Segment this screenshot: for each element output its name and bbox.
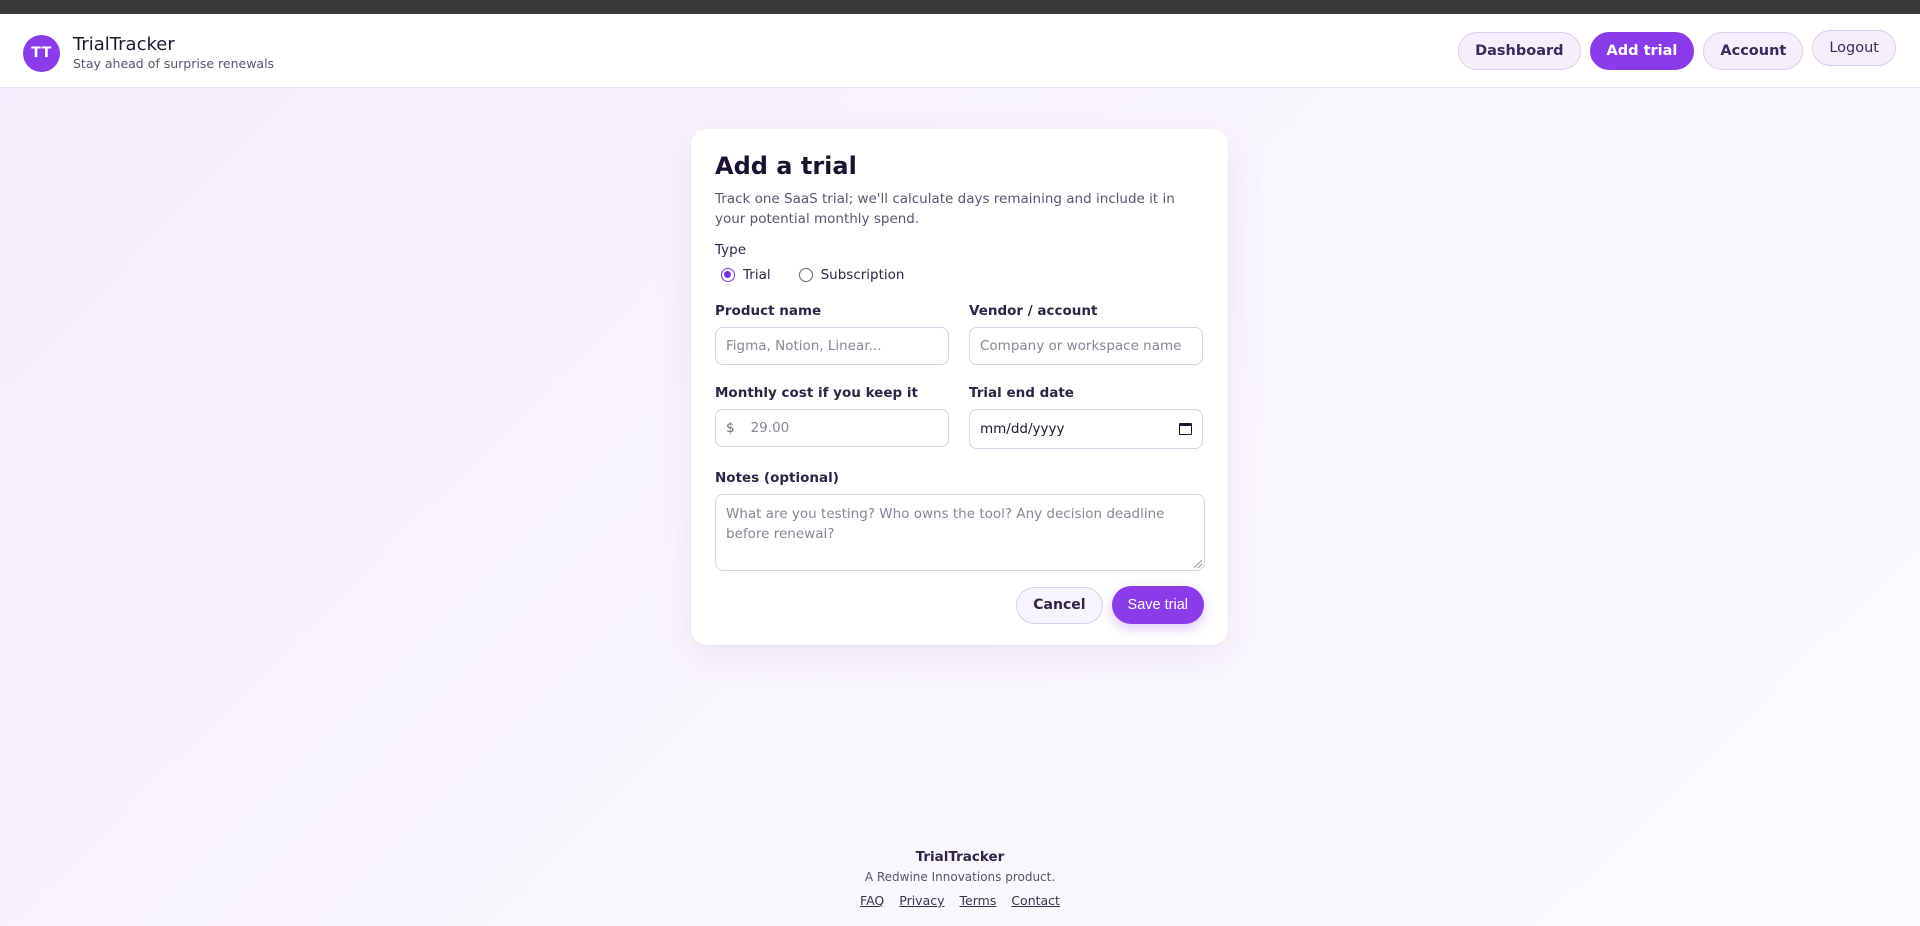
product-name-placeholder: Figma, Notion, Linear... <box>726 338 882 354</box>
vendor-placeholder: Company or workspace name <box>980 338 1182 354</box>
notes-label: Notes (optional) <box>715 470 839 486</box>
browser-top-strip <box>0 0 1920 14</box>
add-trial-card: Add a trial Track one SaaS trial; we'll … <box>691 129 1228 645</box>
notes-field: Notes (optional) What are you testing? W… <box>715 469 1205 571</box>
nav-account-button[interactable]: Account <box>1703 32 1804 70</box>
footer-link-terms[interactable]: Terms <box>960 893 997 909</box>
logout-button[interactable]: Logout <box>1812 30 1896 66</box>
footer-links: FAQ Privacy Terms Contact <box>0 893 1920 909</box>
brand-text: TrialTracker Stay ahead of surprise rene… <box>73 34 274 72</box>
calendar-icon[interactable] <box>1179 423 1192 435</box>
footer-link-contact[interactable]: Contact <box>1011 893 1060 909</box>
save-trial-button[interactable]: Save trial <box>1111 586 1204 624</box>
page-title: Add a trial <box>715 152 857 180</box>
app-name: TrialTracker <box>73 34 175 55</box>
form-actions: Cancel Save trial <box>1016 586 1204 624</box>
trial-end-placeholder: mm/dd/yyyy <box>980 421 1065 437</box>
trial-end-field: Trial end date mm/dd/yyyy <box>969 384 1203 449</box>
top-nav: Dashboard Add trial Account Logout <box>1458 30 1896 70</box>
trial-end-label: Trial end date <box>969 385 1074 401</box>
monthly-cost-placeholder: 29.00 <box>750 420 790 436</box>
notes-placeholder: What are you testing? Who owns the tool?… <box>726 506 1165 542</box>
app-tagline: Stay ahead of surprise renewals <box>73 56 275 71</box>
vendor-field: Vendor / account Company or workspace na… <box>969 302 1203 365</box>
app-header: TT TrialTracker Stay ahead of surprise r… <box>0 14 1920 88</box>
brand[interactable]: TT TrialTracker Stay ahead of surprise r… <box>23 34 274 72</box>
footer-link-faq[interactable]: FAQ <box>860 893 884 909</box>
monthly-cost-input[interactable]: $ 29.00 <box>715 409 949 447</box>
page-subtitle: Track one SaaS trial; we'll calculate da… <box>715 191 1175 227</box>
type-label: Type <box>715 242 747 258</box>
product-name-label: Product name <box>715 303 822 319</box>
footer-subtitle: A Redwine Innovations product. <box>864 870 1056 884</box>
trial-radio-label[interactable]: Trial <box>743 267 771 283</box>
trial-end-date-input[interactable]: mm/dd/yyyy <box>969 409 1203 449</box>
nav-dashboard-button[interactable]: Dashboard <box>1458 32 1581 70</box>
page-footer: TrialTracker A Redwine Innovations produ… <box>0 848 1920 909</box>
brand-avatar: TT <box>23 34 60 72</box>
trial-radio[interactable] <box>721 268 735 282</box>
footer-title: TrialTracker <box>915 849 1005 865</box>
type-radio-group: Trial Subscription <box>715 267 1204 283</box>
vendor-label: Vendor / account <box>969 303 1098 319</box>
nav-add-trial-button[interactable]: Add trial <box>1589 32 1695 70</box>
footer-link-privacy[interactable]: Privacy <box>899 893 944 909</box>
product-name-input[interactable]: Figma, Notion, Linear... <box>715 327 949 365</box>
resize-handle-icon[interactable] <box>1194 560 1202 568</box>
cancel-button[interactable]: Cancel <box>1016 586 1103 624</box>
monthly-cost-field: Monthly cost if you keep it $ 29.00 <box>715 384 949 449</box>
subscription-radio-label[interactable]: Subscription <box>821 267 905 283</box>
subscription-radio[interactable] <box>798 268 813 282</box>
vendor-input[interactable]: Company or workspace name <box>969 327 1203 365</box>
cost-date-row: Monthly cost if you keep it $ 29.00 Tria… <box>715 384 1204 449</box>
currency-symbol: $ <box>726 420 735 436</box>
product-name-field: Product name Figma, Notion, Linear... <box>715 302 949 365</box>
monthly-cost-label: Monthly cost if you keep it <box>715 385 918 401</box>
notes-textarea[interactable]: What are you testing? Who owns the tool?… <box>715 494 1205 571</box>
name-vendor-row: Product name Figma, Notion, Linear... Ve… <box>715 302 1204 365</box>
